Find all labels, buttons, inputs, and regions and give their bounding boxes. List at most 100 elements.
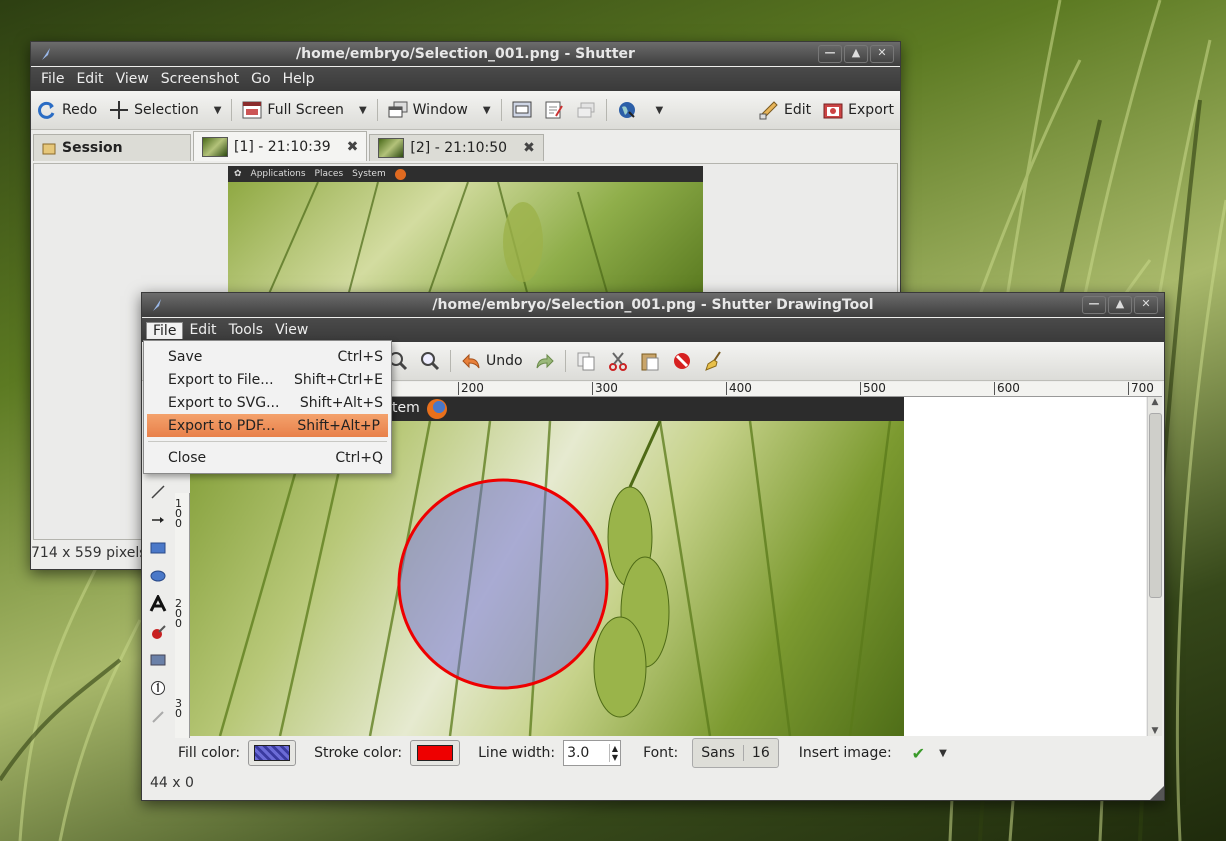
scroll-up-arrow[interactable]: ▲	[1148, 397, 1162, 407]
menu-item-shortcut: Ctrl+Q	[335, 449, 383, 466]
web-dropdown-arrow[interactable]: ▼	[656, 105, 664, 116]
resize-grip[interactable]	[1150, 786, 1164, 800]
minimize-button[interactable]: —	[818, 45, 842, 63]
insert-image-button[interactable]: ✔ ▼	[912, 744, 947, 763]
drawing-titlebar[interactable]: /home/embryo/Selection_001.png - Shutter…	[142, 293, 1164, 317]
pixelize-tool[interactable]	[150, 646, 166, 674]
menu-tools[interactable]: Tools	[223, 322, 270, 338]
redo-button[interactable]: Redo	[31, 100, 103, 120]
menu-edit[interactable]: Edit	[70, 71, 109, 87]
menu-edit[interactable]: Edit	[183, 322, 222, 338]
tab-session[interactable]: Session	[33, 134, 191, 161]
close-window-button[interactable]: ✕	[870, 45, 894, 63]
preview-firefox-icon	[394, 168, 406, 180]
selection-button[interactable]: Selection ▼	[103, 100, 227, 120]
edit-button[interactable]: Edit	[753, 100, 817, 120]
menu-item-close[interactable]: Close Ctrl+Q	[144, 446, 391, 469]
menu-separator	[148, 441, 387, 442]
rectangle-tool[interactable]	[150, 534, 166, 562]
minimize-button[interactable]: —	[1082, 296, 1106, 314]
full-screen-button[interactable]: Full Screen ▼	[236, 100, 372, 120]
menu-item-save[interactable]: Save Ctrl+S	[144, 345, 391, 368]
section-button[interactable]	[506, 100, 538, 120]
copy-button[interactable]	[570, 351, 602, 371]
section-icon	[512, 101, 532, 118]
menu-screenshot[interactable]: Screenshot	[155, 71, 245, 87]
crop-tool[interactable]	[150, 702, 166, 730]
line-tool[interactable]	[150, 478, 166, 506]
line-width-spinner[interactable]: 3.0 ▲ ▼	[563, 740, 622, 766]
undo-button[interactable]: Undo	[455, 351, 529, 371]
menu-file[interactable]: File	[35, 71, 70, 87]
censor-tool[interactable]	[150, 618, 166, 646]
fill-color-swatch	[254, 745, 291, 761]
line-width-value[interactable]: 3.0	[564, 745, 609, 761]
globe-icon	[618, 102, 635, 118]
font-label: Font:	[643, 745, 679, 761]
menu-item-label: Export to SVG...	[168, 394, 280, 411]
main-toolbar: Redo Selection ▼ Full Screen ▼ Window ▼	[31, 91, 900, 130]
insert-image-label: Insert image:	[798, 745, 892, 761]
spinner-arrows[interactable]: ▲ ▼	[608, 744, 620, 762]
window-icon	[388, 101, 408, 118]
close-window-button[interactable]: ✕	[1134, 296, 1158, 314]
arrow-icon	[152, 517, 164, 523]
tab-1-close-icon[interactable]: ✖	[347, 139, 359, 155]
menu-view[interactable]: View	[269, 322, 314, 338]
arrow-tool[interactable]	[150, 506, 166, 534]
vertical-scrollbar[interactable]: ▲ ▼	[1147, 397, 1162, 736]
window-label: Window	[412, 102, 468, 118]
tab-screenshot-2[interactable]: [2] - 21:10:50 ✖	[369, 134, 544, 161]
menu-file[interactable]: File	[146, 321, 184, 339]
export-button[interactable]: Export	[817, 100, 900, 120]
export-icon	[823, 103, 843, 119]
paste-button[interactable]	[634, 351, 666, 371]
font-size: 16	[751, 745, 770, 761]
maximize-button[interactable]: ▲	[1108, 296, 1132, 314]
font-name: Sans	[693, 745, 744, 761]
stroke-color-label: Stroke color:	[314, 745, 403, 761]
menu-help[interactable]: Help	[277, 71, 321, 87]
menu-item-export-to-svg[interactable]: Export to SVG... Shift+Alt+S	[144, 391, 391, 414]
clear-button[interactable]	[698, 351, 730, 371]
preview-gnome-foot-icon: ✿	[234, 169, 242, 179]
web-capture-button[interactable]: ▼	[611, 100, 670, 120]
number-tool[interactable]	[150, 674, 166, 702]
maximize-button[interactable]: ▲	[844, 45, 868, 63]
main-titlebar[interactable]: /home/embryo/Selection_001.png - Shutter…	[31, 42, 900, 66]
zoom-normal-button[interactable]	[414, 351, 446, 371]
insert-image-dropdown-arrow[interactable]: ▼	[939, 748, 947, 759]
scroll-down-arrow[interactable]: ▼	[1148, 726, 1162, 736]
ellipse-tool[interactable]	[150, 562, 166, 590]
tab-screenshot-1[interactable]: [1] - 21:10:39 ✖	[193, 131, 368, 161]
full-screen-dropdown-arrow[interactable]: ▼	[359, 105, 367, 116]
tab-2-close-icon[interactable]: ✖	[523, 140, 535, 156]
tooltip-capture-button[interactable]	[570, 100, 602, 120]
menu-item-export-to-pdf[interactable]: Export to PDF... Shift+Alt+P	[147, 414, 388, 437]
cut-button[interactable]	[602, 351, 634, 371]
menu-capture-button[interactable]	[538, 100, 570, 120]
font-button[interactable]: Sans 16	[692, 738, 779, 768]
stroke-color-button[interactable]	[410, 740, 461, 766]
menu-item-shortcut: Shift+Alt+S	[299, 394, 383, 411]
window-button[interactable]: Window ▼	[382, 100, 497, 120]
menu-item-export-to-file[interactable]: Export to File... Shift+Ctrl+E	[144, 368, 391, 391]
scroll-thumb[interactable]	[1149, 413, 1162, 598]
main-window-title: /home/embryo/Selection_001.png - Shutter	[296, 46, 635, 62]
properties-bar: Fill color: Stroke color: Line width: 3.…	[142, 736, 1164, 770]
menu-capture-icon	[545, 101, 563, 119]
delete-button[interactable]	[666, 351, 698, 371]
text-tool[interactable]	[149, 590, 167, 618]
menu-item-shortcut: Shift+Ctrl+E	[293, 371, 383, 388]
selection-dropdown-arrow[interactable]: ▼	[214, 105, 222, 116]
window-dropdown-arrow[interactable]: ▼	[483, 105, 491, 116]
menu-go[interactable]: Go	[245, 71, 276, 87]
preview-panel-system: System	[352, 169, 386, 179]
number-icon	[151, 681, 165, 695]
menu-view[interactable]: View	[110, 71, 155, 87]
export-label: Export	[848, 102, 894, 118]
redo-button[interactable]	[529, 351, 561, 371]
fill-color-button[interactable]	[248, 740, 297, 766]
full-screen-icon	[242, 101, 262, 119]
paste-icon	[641, 353, 659, 371]
